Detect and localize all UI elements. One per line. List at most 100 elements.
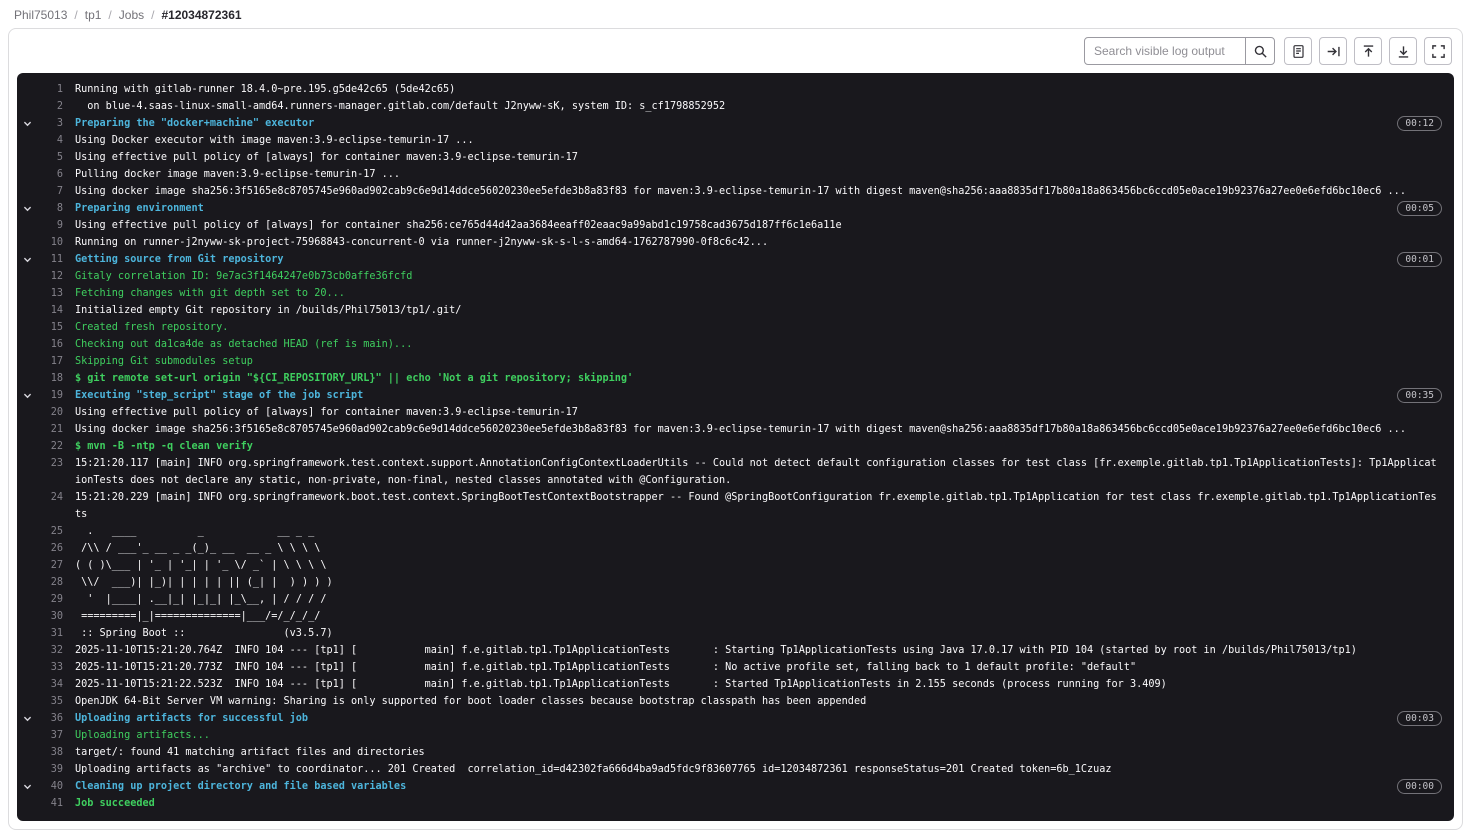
line-number-link[interactable]: 5 [37, 149, 63, 166]
line-number-link[interactable]: 9 [37, 217, 63, 234]
line-number-link[interactable]: 39 [37, 761, 63, 778]
line-number-link[interactable]: 24 [37, 489, 63, 506]
line-number-link[interactable]: 8 [37, 200, 63, 217]
log-line: 28 \\/ ___)| |_)| | | | | || (_| | ) ) )… [17, 574, 1454, 591]
log-line: 20Using effective pull policy of [always… [17, 404, 1454, 421]
line-number-link[interactable]: 10 [37, 234, 63, 251]
line-number-link[interactable]: 13 [37, 285, 63, 302]
log-line: 10Running on runner-j2nyww-sk-project-75… [17, 234, 1454, 251]
gutter-spacer [17, 540, 37, 557]
breadcrumb-item[interactable]: Phil75013 [14, 8, 67, 22]
line-number-link[interactable]: 22 [37, 438, 63, 455]
breadcrumb-item[interactable]: tp1 [85, 8, 102, 22]
gutter-spacer [17, 370, 37, 387]
scroll-to-bottom-button[interactable] [1389, 37, 1417, 65]
line-number-link[interactable]: 36 [37, 710, 63, 727]
log-line-text: Using effective pull policy of [always] … [75, 217, 1442, 234]
chevron-down-icon[interactable] [17, 710, 37, 727]
line-number-link[interactable]: 14 [37, 302, 63, 319]
line-number-link[interactable]: 27 [37, 557, 63, 574]
log-line-text: ' |____| .__|_| |_|_| |_\__, | / / / / [75, 591, 1442, 608]
log-section-header[interactable]: 11Getting source from Git repository00:0… [17, 251, 1454, 268]
line-number-link[interactable]: 2 [37, 98, 63, 115]
log-line: 22$ mvn -B -ntp -q clean verify [17, 438, 1454, 455]
line-number-link[interactable]: 41 [37, 795, 63, 812]
document-text-icon [1291, 44, 1306, 59]
line-number-link[interactable]: 17 [37, 353, 63, 370]
line-number-link[interactable]: 33 [37, 659, 63, 676]
gutter-spacer [17, 98, 37, 115]
line-number-link[interactable]: 21 [37, 421, 63, 438]
log-line-text: Initialized empty Git repository in /bui… [75, 302, 1442, 319]
log-section-header[interactable]: 8Preparing environment00:05 [17, 200, 1454, 217]
line-number-link[interactable]: 35 [37, 693, 63, 710]
line-number-link[interactable]: 31 [37, 625, 63, 642]
log-line-text: Created fresh repository. [75, 319, 1442, 336]
log-line-text: Checking out da1ca4de as detached HEAD (… [75, 336, 1442, 353]
section-duration-badge: 00:35 [1397, 388, 1442, 403]
gutter-spacer [17, 353, 37, 370]
log-line-text: Preparing the "docker+machine" executor [75, 115, 1387, 132]
breadcrumb-item[interactable]: Jobs [119, 8, 144, 22]
line-number-link[interactable]: 25 [37, 523, 63, 540]
log-line: 342025-11-10T15:21:22.523Z INFO 104 --- … [17, 676, 1454, 693]
line-number-link[interactable]: 4 [37, 132, 63, 149]
line-number-link[interactable]: 11 [37, 251, 63, 268]
log-line-text: Using effective pull policy of [always] … [75, 149, 1442, 166]
log-line: 322025-11-10T15:21:20.764Z INFO 104 --- … [17, 642, 1454, 659]
line-number-link[interactable]: 1 [37, 81, 63, 98]
log-line: 18$ git remote set-url origin "${CI_REPO… [17, 370, 1454, 387]
line-number-link[interactable]: 37 [37, 727, 63, 744]
line-number-link[interactable]: 29 [37, 591, 63, 608]
log-line: 37Uploading artifacts... [17, 727, 1454, 744]
chevron-down-icon[interactable] [17, 200, 37, 217]
jump-to-end-button[interactable] [1319, 37, 1347, 65]
log-line: 13 Fetching changes with git depth set to… [17, 285, 1454, 302]
log-line: 39Uploading artifacts as "archive" to co… [17, 761, 1454, 778]
gutter-spacer [17, 676, 37, 693]
scroll-to-top-button[interactable] [1354, 37, 1382, 65]
line-number-link[interactable]: 32 [37, 642, 63, 659]
log-line: 25 . ____ _ __ _ _ [17, 523, 1454, 540]
fullscreen-button[interactable] [1424, 37, 1452, 65]
line-number-link[interactable]: 34 [37, 676, 63, 693]
search-input[interactable] [1084, 37, 1246, 65]
line-number-link[interactable]: 7 [37, 183, 63, 200]
raw-log-button[interactable] [1284, 37, 1312, 65]
log-section-header[interactable]: 40Cleaning up project directory and file… [17, 778, 1454, 795]
gutter-spacer [17, 336, 37, 353]
chevron-down-icon[interactable] [17, 251, 37, 268]
fullscreen-icon [1431, 44, 1446, 59]
line-number-link[interactable]: 38 [37, 744, 63, 761]
line-number-link[interactable]: 6 [37, 166, 63, 183]
log-line-text: Fetching changes with git depth set to 2… [75, 285, 1442, 302]
chevron-down-icon[interactable] [17, 778, 37, 795]
log-section-header[interactable]: 36Uploading artifacts for successful job… [17, 710, 1454, 727]
line-number-link[interactable]: 20 [37, 404, 63, 421]
log-line: 16 Checking out da1ca4de as detached HEAD… [17, 336, 1454, 353]
breadcrumb-separator: / [151, 8, 154, 22]
line-number-link[interactable]: 28 [37, 574, 63, 591]
line-number-link[interactable]: 15 [37, 319, 63, 336]
line-number-link[interactable]: 18 [37, 370, 63, 387]
log-line: 7Using docker image sha256:3f5165e8c8705… [17, 183, 1454, 200]
line-number-link[interactable]: 3 [37, 115, 63, 132]
gutter-spacer [17, 795, 37, 812]
log-line-text: Job succeeded [75, 795, 1442, 812]
line-number-link[interactable]: 30 [37, 608, 63, 625]
line-number-link[interactable]: 19 [37, 387, 63, 404]
log-line-text: Pulling docker image maven:3.9-eclipse-t… [75, 166, 1442, 183]
chevron-down-icon[interactable] [17, 115, 37, 132]
gutter-spacer [17, 659, 37, 676]
log-section-header[interactable]: 3 Preparing the "docker+machine" executor… [17, 115, 1454, 132]
line-number-link[interactable]: 26 [37, 540, 63, 557]
chevron-down-icon[interactable] [17, 387, 37, 404]
log-line: 27( ( )\___ | '_ | '_| | '_ \/ _` | \ \ … [17, 557, 1454, 574]
line-number-link[interactable]: 16 [37, 336, 63, 353]
line-number-link[interactable]: 40 [37, 778, 63, 795]
line-number-link[interactable]: 23 [37, 455, 63, 472]
log-section-header[interactable]: 19Executing "step_script" stage of the j… [17, 387, 1454, 404]
search-button[interactable] [1245, 37, 1275, 65]
line-number-link[interactable]: 12 [37, 268, 63, 285]
gutter-spacer [17, 285, 37, 302]
